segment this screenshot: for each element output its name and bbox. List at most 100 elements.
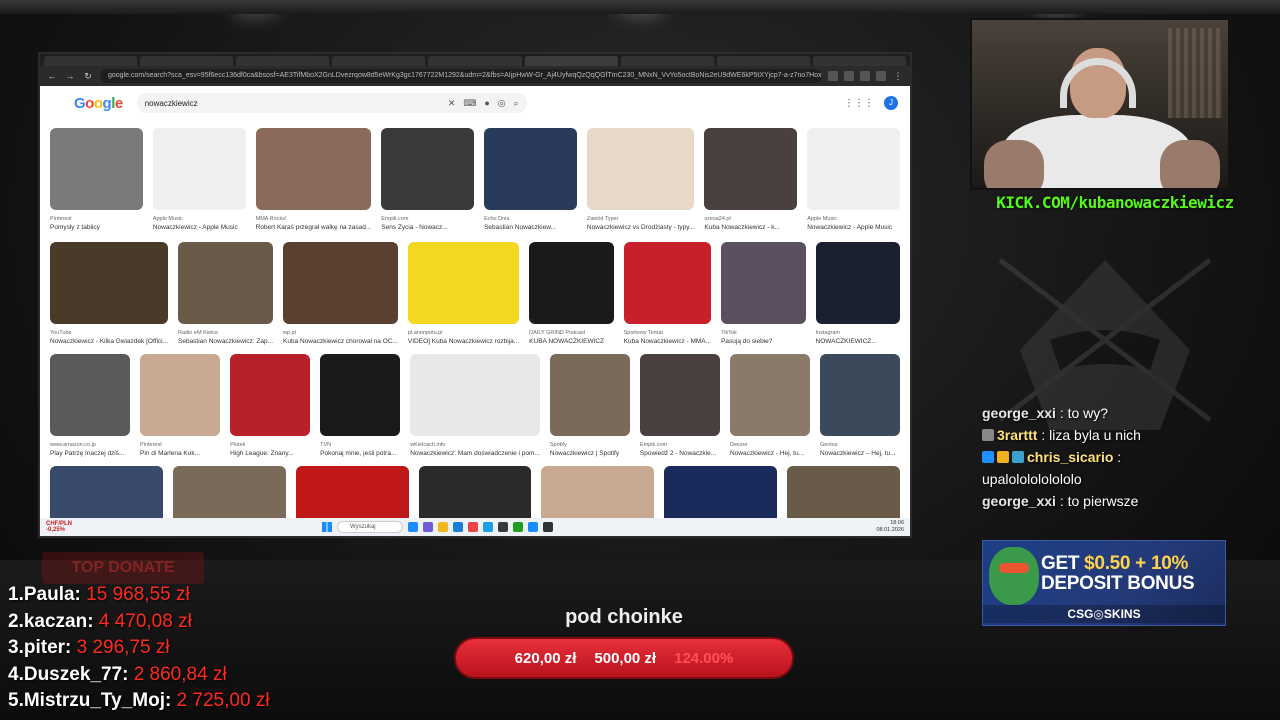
thumbnail-image[interactable] bbox=[704, 128, 798, 210]
taskbar-app-icon[interactable] bbox=[498, 522, 508, 532]
image-result[interactable]: Apple Music Nowaczkiewicz - Apple Music bbox=[152, 128, 246, 231]
result-source[interactable]: Deezer bbox=[730, 442, 810, 448]
image-result[interactable]: Radio eM Kielce Sebastian Nowaczkiewicz: … bbox=[178, 242, 274, 345]
browser-tab[interactable] bbox=[140, 56, 234, 66]
thumbnail-image[interactable] bbox=[820, 354, 901, 436]
thumbnail-image[interactable] bbox=[50, 354, 131, 436]
thumbnail-image[interactable] bbox=[549, 354, 630, 436]
result-title[interactable]: Kuba Nowaczkiewicz - MMA... bbox=[624, 338, 711, 345]
chat-username[interactable]: george_xxi bbox=[982, 493, 1056, 509]
result-source[interactable]: Echo Dnia bbox=[484, 216, 577, 222]
taskbar-app-icon[interactable] bbox=[483, 522, 493, 532]
address-bar[interactable]: google.com/search?sca_esv=95f6ecc136df0c… bbox=[100, 69, 822, 83]
result-source[interactable]: DAILY GRIND Podcast bbox=[529, 330, 613, 336]
result-title[interactable]: Kuba Nowaczkiewicz - k... bbox=[704, 224, 797, 231]
image-result[interactable]: Spotify Nowaczkiewicz | Spotify bbox=[549, 354, 630, 457]
result-title[interactable]: Nowaczkiewicz - Apple Music bbox=[153, 224, 246, 231]
thumbnail-image[interactable] bbox=[50, 242, 168, 324]
result-title[interactable]: KUBA NOWACZKIEWICZ bbox=[529, 338, 613, 345]
image-result[interactable]: Apple Music Nowaczkiewicz - Apple Music bbox=[807, 128, 901, 231]
image-result[interactable]: YouTube Nowaczkiewicz - Kilka Gwiazdek [O… bbox=[50, 242, 168, 345]
result-title[interactable]: Nowaczkiewicz - Hej, tu... bbox=[730, 450, 810, 457]
lens-icon[interactable]: ◎ bbox=[498, 98, 506, 109]
result-source[interactable]: Apple Music bbox=[807, 216, 900, 222]
result-source[interactable]: Genius bbox=[820, 442, 900, 448]
taskbar-app-icon[interactable] bbox=[423, 522, 433, 532]
image-result[interactable]: MMA Rocks! Robert Karaś przegrał walkę na… bbox=[255, 128, 372, 231]
thumbnail-image[interactable] bbox=[178, 242, 274, 324]
image-result[interactable]: wp.pl Kuba Nowaczkiewicz chorował na OC..… bbox=[283, 242, 398, 345]
result-source[interactable]: szesa24.pl bbox=[704, 216, 797, 222]
image-result[interactable]: Plotek High League: Znany... bbox=[230, 354, 311, 457]
image-result[interactable]: Pinterest Pomysły z tablicy bbox=[50, 128, 143, 231]
result-title[interactable]: NOWACZKIEWICZ... bbox=[816, 338, 900, 345]
image-result[interactable]: Genius Nowaczkiewicz – Hej, tu... bbox=[820, 354, 901, 457]
image-result[interactable]: Instagram NOWACZKIEWICZ... bbox=[815, 242, 900, 345]
apps-grid-icon[interactable]: ⋮⋮⋮ bbox=[844, 98, 874, 109]
thumbnail-image[interactable] bbox=[230, 354, 311, 436]
result-source[interactable]: Empik.com bbox=[381, 216, 474, 222]
result-title[interactable]: Pasują do siebie? bbox=[721, 338, 805, 345]
image-result[interactable]: wKielcach.info Nowaczkiewicz: Mam doświad… bbox=[410, 354, 540, 457]
thumbnail-image[interactable] bbox=[410, 354, 540, 436]
result-source[interactable]: Plotek bbox=[230, 442, 310, 448]
thumbnail-image[interactable] bbox=[407, 242, 520, 324]
thumbnail-image[interactable] bbox=[140, 354, 221, 436]
browser-tab[interactable] bbox=[620, 56, 714, 66]
browser-tab[interactable] bbox=[524, 56, 618, 66]
thumbnail-image[interactable] bbox=[172, 466, 286, 518]
result-source[interactable]: Empik.com bbox=[640, 442, 720, 448]
image-result[interactable]: Pinterest Pin di Marlena Kuk... bbox=[140, 354, 221, 457]
image-result[interactable]: Empik.com Spowiedź 2 - Nowaczkie... bbox=[639, 354, 720, 457]
result-source[interactable]: wKielcach.info bbox=[410, 442, 540, 448]
thumbnail-image[interactable] bbox=[283, 242, 398, 324]
image-result[interactable]: Zawód Typer Nowaczkiewicz vs Drodżiasty -… bbox=[586, 128, 695, 231]
result-source[interactable]: pl.anonpotu.pl bbox=[408, 330, 519, 336]
extension-icon[interactable] bbox=[844, 71, 854, 81]
result-title[interactable]: Sebastian Nowaczkiew... bbox=[484, 224, 577, 231]
taskbar-app-icon[interactable] bbox=[408, 522, 418, 532]
image-result[interactable] bbox=[172, 466, 286, 518]
chat-username[interactable]: chris_sicario bbox=[1027, 449, 1113, 465]
thumbnail-image[interactable] bbox=[152, 128, 246, 210]
thumbnail-image[interactable] bbox=[623, 242, 712, 324]
result-source[interactable]: Pinterest bbox=[140, 442, 220, 448]
image-result[interactable] bbox=[295, 466, 409, 518]
result-title[interactable]: Nowaczkiewicz: Mam doświadczenie i pom..… bbox=[410, 450, 540, 457]
image-result[interactable]: TikTok Pasują do siebie? bbox=[721, 242, 806, 345]
thumbnail-image[interactable] bbox=[418, 466, 532, 518]
taskbar-app-icon[interactable] bbox=[453, 522, 463, 532]
clear-icon[interactable]: ✕ bbox=[448, 98, 456, 109]
result-source[interactable]: Instagram bbox=[816, 330, 900, 336]
image-result[interactable] bbox=[664, 466, 778, 518]
windows-start-icon[interactable] bbox=[322, 522, 332, 532]
back-icon[interactable]: ← bbox=[46, 70, 58, 82]
browser-tab[interactable] bbox=[428, 56, 522, 66]
result-title[interactable]: Nowaczkiewicz – Hej, tu... bbox=[820, 450, 900, 457]
search-box[interactable]: nowaczkiewicz ✕ ⌨ ● ◎ ⌕ bbox=[136, 93, 527, 113]
image-result[interactable]: pl.anonpotu.pl VIDEO] Kuba Nowaczkiewicz … bbox=[407, 242, 520, 345]
browser-tab[interactable] bbox=[236, 56, 330, 66]
result-source[interactable]: YouTube bbox=[50, 330, 168, 336]
image-result[interactable]: szesa24.pl Kuba Nowaczkiewicz - k... bbox=[704, 128, 798, 231]
system-clock[interactable]: 18:06 08.01.2026 bbox=[876, 520, 904, 534]
ticker-widget[interactable]: CHF/PLN -0,25% bbox=[46, 521, 72, 533]
thumbnail-image[interactable] bbox=[529, 242, 614, 324]
result-source[interactable]: Apple Music bbox=[153, 216, 246, 222]
result-title[interactable]: Sebastian Nowaczkiewicz: Zap... bbox=[178, 338, 273, 345]
browser-tab[interactable] bbox=[716, 56, 810, 66]
image-result[interactable]: Empik.com Sens Życia - Nowacz... bbox=[381, 128, 475, 231]
forward-icon[interactable]: → bbox=[64, 70, 76, 82]
result-source[interactable]: www.amazon.co.jp bbox=[50, 442, 130, 448]
result-source[interactable]: Zawód Typer bbox=[587, 216, 695, 222]
taskbar-app-icon[interactable] bbox=[438, 522, 448, 532]
search-input[interactable]: nowaczkiewicz bbox=[145, 99, 440, 108]
image-result[interactable]: DAILY GRIND Podcast KUBA NOWACZKIEWICZ bbox=[529, 242, 614, 345]
result-source[interactable]: Radio eM Kielce bbox=[178, 330, 273, 336]
result-source[interactable]: Sportowy Temat bbox=[624, 330, 711, 336]
taskbar-app-icon[interactable] bbox=[543, 522, 553, 532]
result-source[interactable]: TVN bbox=[320, 442, 400, 448]
thumbnail-image[interactable] bbox=[721, 242, 806, 324]
keyboard-icon[interactable]: ⌨ bbox=[463, 98, 476, 109]
result-title[interactable]: Spowiedź 2 - Nowaczkie... bbox=[640, 450, 720, 457]
